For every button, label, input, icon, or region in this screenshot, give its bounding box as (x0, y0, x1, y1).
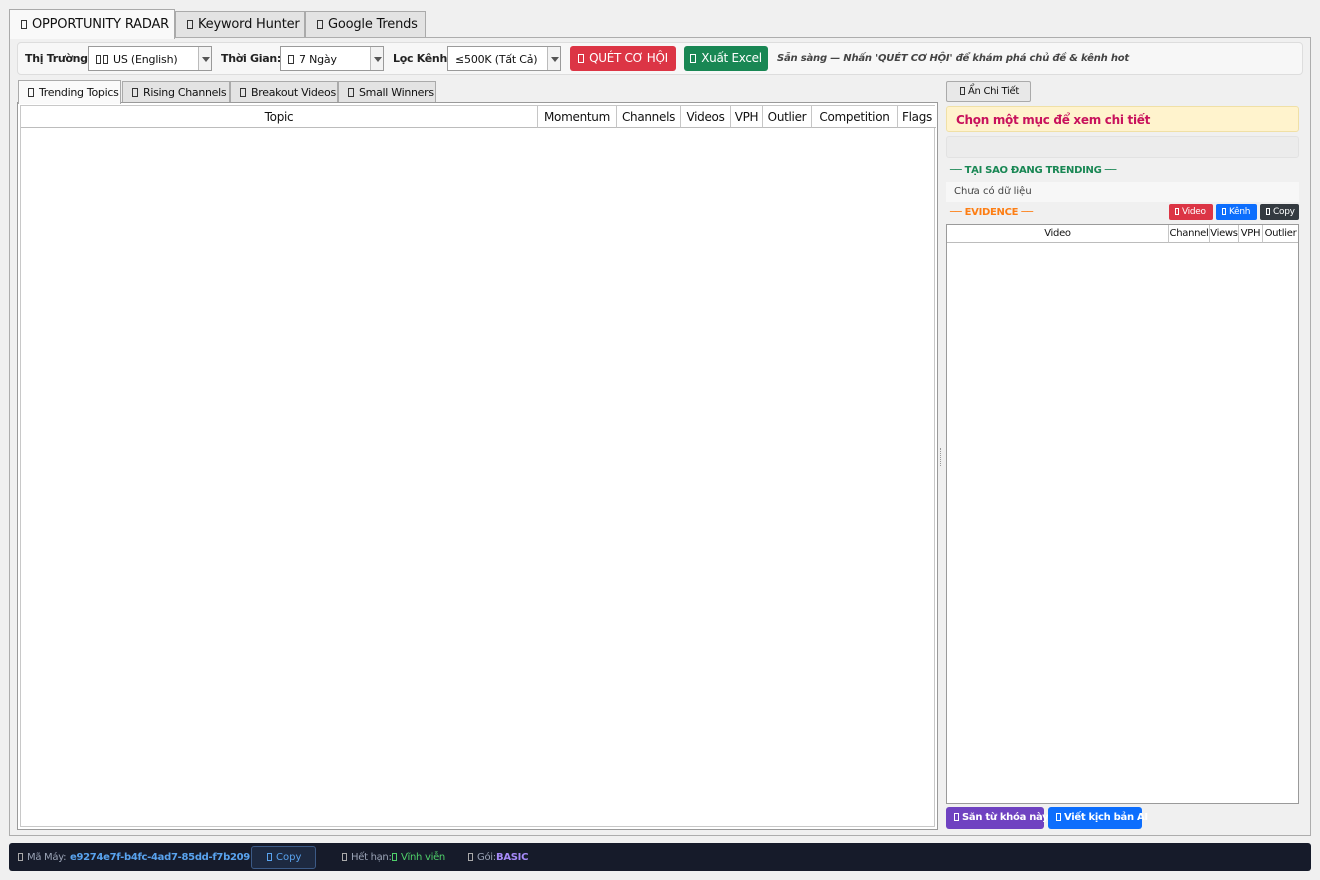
channel-filter-label: Lọc Kênh: (393, 52, 452, 65)
chevron-down-icon[interactable] (547, 47, 560, 70)
rocket-icon (132, 88, 138, 97)
plan-label: Gói: (468, 852, 496, 863)
search-icon (578, 54, 585, 63)
hunt-keyword-button[interactable]: Săn từ khóa này (946, 807, 1049, 829)
topics-table[interactable]: Topic Momentum Channels Videos VPH Outli… (17, 102, 938, 830)
column-header-vph[interactable]: VPH (731, 106, 763, 128)
tab-opportunity-radar[interactable]: OPPORTUNITY RADAR (9, 9, 175, 39)
computer-icon (18, 853, 23, 861)
detail-title: Chọn một mục để xem chi tiết (946, 106, 1299, 132)
package-icon (468, 853, 473, 861)
evidence-heading: ── EVIDENCE ── (950, 207, 1033, 218)
tab-breakout-videos[interactable]: Breakout Videos (230, 81, 338, 103)
video-icon (1175, 208, 1179, 215)
scan-opportunity-button[interactable]: QUÉT CƠ HỘI (570, 46, 676, 71)
radar-icon (21, 20, 27, 29)
evidence-header-video[interactable]: Video (947, 225, 1169, 243)
why-trending-text: Chưa có dữ liệu (946, 182, 1299, 202)
pen-icon (1056, 813, 1061, 821)
column-header-videos[interactable]: Videos (681, 106, 731, 128)
status-message: Sẵn sàng — Nhấn 'QUÉT CƠ HỘI' để khám ph… (777, 53, 1129, 64)
key-icon (187, 20, 193, 29)
tab-small-winners[interactable]: Small Winners (338, 81, 436, 103)
column-header-topic[interactable]: Topic (21, 106, 538, 128)
open-video-button[interactable]: Video (1169, 204, 1213, 220)
tab-rising-channels[interactable]: Rising Channels (122, 81, 230, 103)
trend-icon (317, 20, 323, 29)
channel-filter-select[interactable]: ≤500K (Tất Cả) (447, 46, 561, 71)
tab-keyword-hunter[interactable]: Keyword Hunter (175, 11, 305, 38)
copy-machine-id-button[interactable]: Copy (251, 846, 316, 869)
export-excel-button[interactable]: Xuất Excel (684, 46, 768, 71)
video-icon (240, 88, 246, 97)
target-icon (954, 813, 959, 821)
time-label: Thời Gian: (221, 52, 281, 65)
copy-icon (267, 853, 272, 861)
evidence-header-outlier[interactable]: Outlier (1263, 225, 1298, 243)
detail-summary (946, 136, 1299, 158)
calendar-icon (288, 55, 294, 64)
evidence-table[interactable]: Video Channel Views VPH Outlier (946, 224, 1299, 804)
why-trending-heading: ── TẠI SAO ĐANG TRENDING ── (950, 165, 1117, 176)
evidence-header-vph[interactable]: VPH (1239, 225, 1263, 243)
column-header-channels[interactable]: Channels (617, 106, 681, 128)
open-channel-button[interactable]: Kênh (1216, 204, 1257, 220)
eye-off-icon (960, 87, 965, 95)
column-header-outlier[interactable]: Outlier (763, 106, 812, 128)
market-select[interactable]: US (English) (88, 46, 212, 71)
machine-id-label: Mã Máy: (18, 852, 66, 863)
column-header-flags[interactable]: Flags (898, 106, 936, 128)
panel-splitter[interactable] (940, 448, 941, 466)
market-label: Thị Trường: (25, 52, 92, 65)
check-icon (392, 853, 397, 861)
tab-trending-topics[interactable]: Trending Topics (18, 80, 121, 104)
flag-icon (96, 55, 101, 64)
tab-google-trends[interactable]: Google Trends (305, 11, 426, 38)
hide-detail-button[interactable]: Ẩn Chi Tiết (946, 81, 1031, 102)
trophy-icon (348, 88, 354, 97)
time-select[interactable]: 7 Ngày (280, 46, 384, 71)
channel-icon (1222, 208, 1226, 215)
ai-script-button[interactable]: Viết kịch bản AI (1048, 807, 1148, 829)
excel-icon (690, 54, 697, 63)
copy-evidence-button[interactable]: Copy (1260, 204, 1299, 220)
column-header-competition[interactable]: Competition (812, 106, 898, 128)
fire-icon (28, 88, 34, 97)
chevron-down-icon[interactable] (370, 47, 383, 70)
copy-icon (1266, 208, 1270, 215)
topics-table-body[interactable]: Topic Momentum Channels Videos VPH Outli… (20, 105, 936, 827)
evidence-header-views[interactable]: Views (1210, 225, 1239, 243)
flag-icon (103, 55, 108, 64)
plan-value: BASIC (496, 852, 529, 863)
expiry-value: Vĩnh viễn (392, 852, 445, 863)
clock-icon (342, 853, 347, 861)
column-header-momentum[interactable]: Momentum (538, 106, 617, 128)
expiry-label: Hết hạn: (342, 852, 392, 863)
chevron-down-icon[interactable] (198, 47, 211, 70)
evidence-header-channel[interactable]: Channel (1169, 225, 1210, 243)
